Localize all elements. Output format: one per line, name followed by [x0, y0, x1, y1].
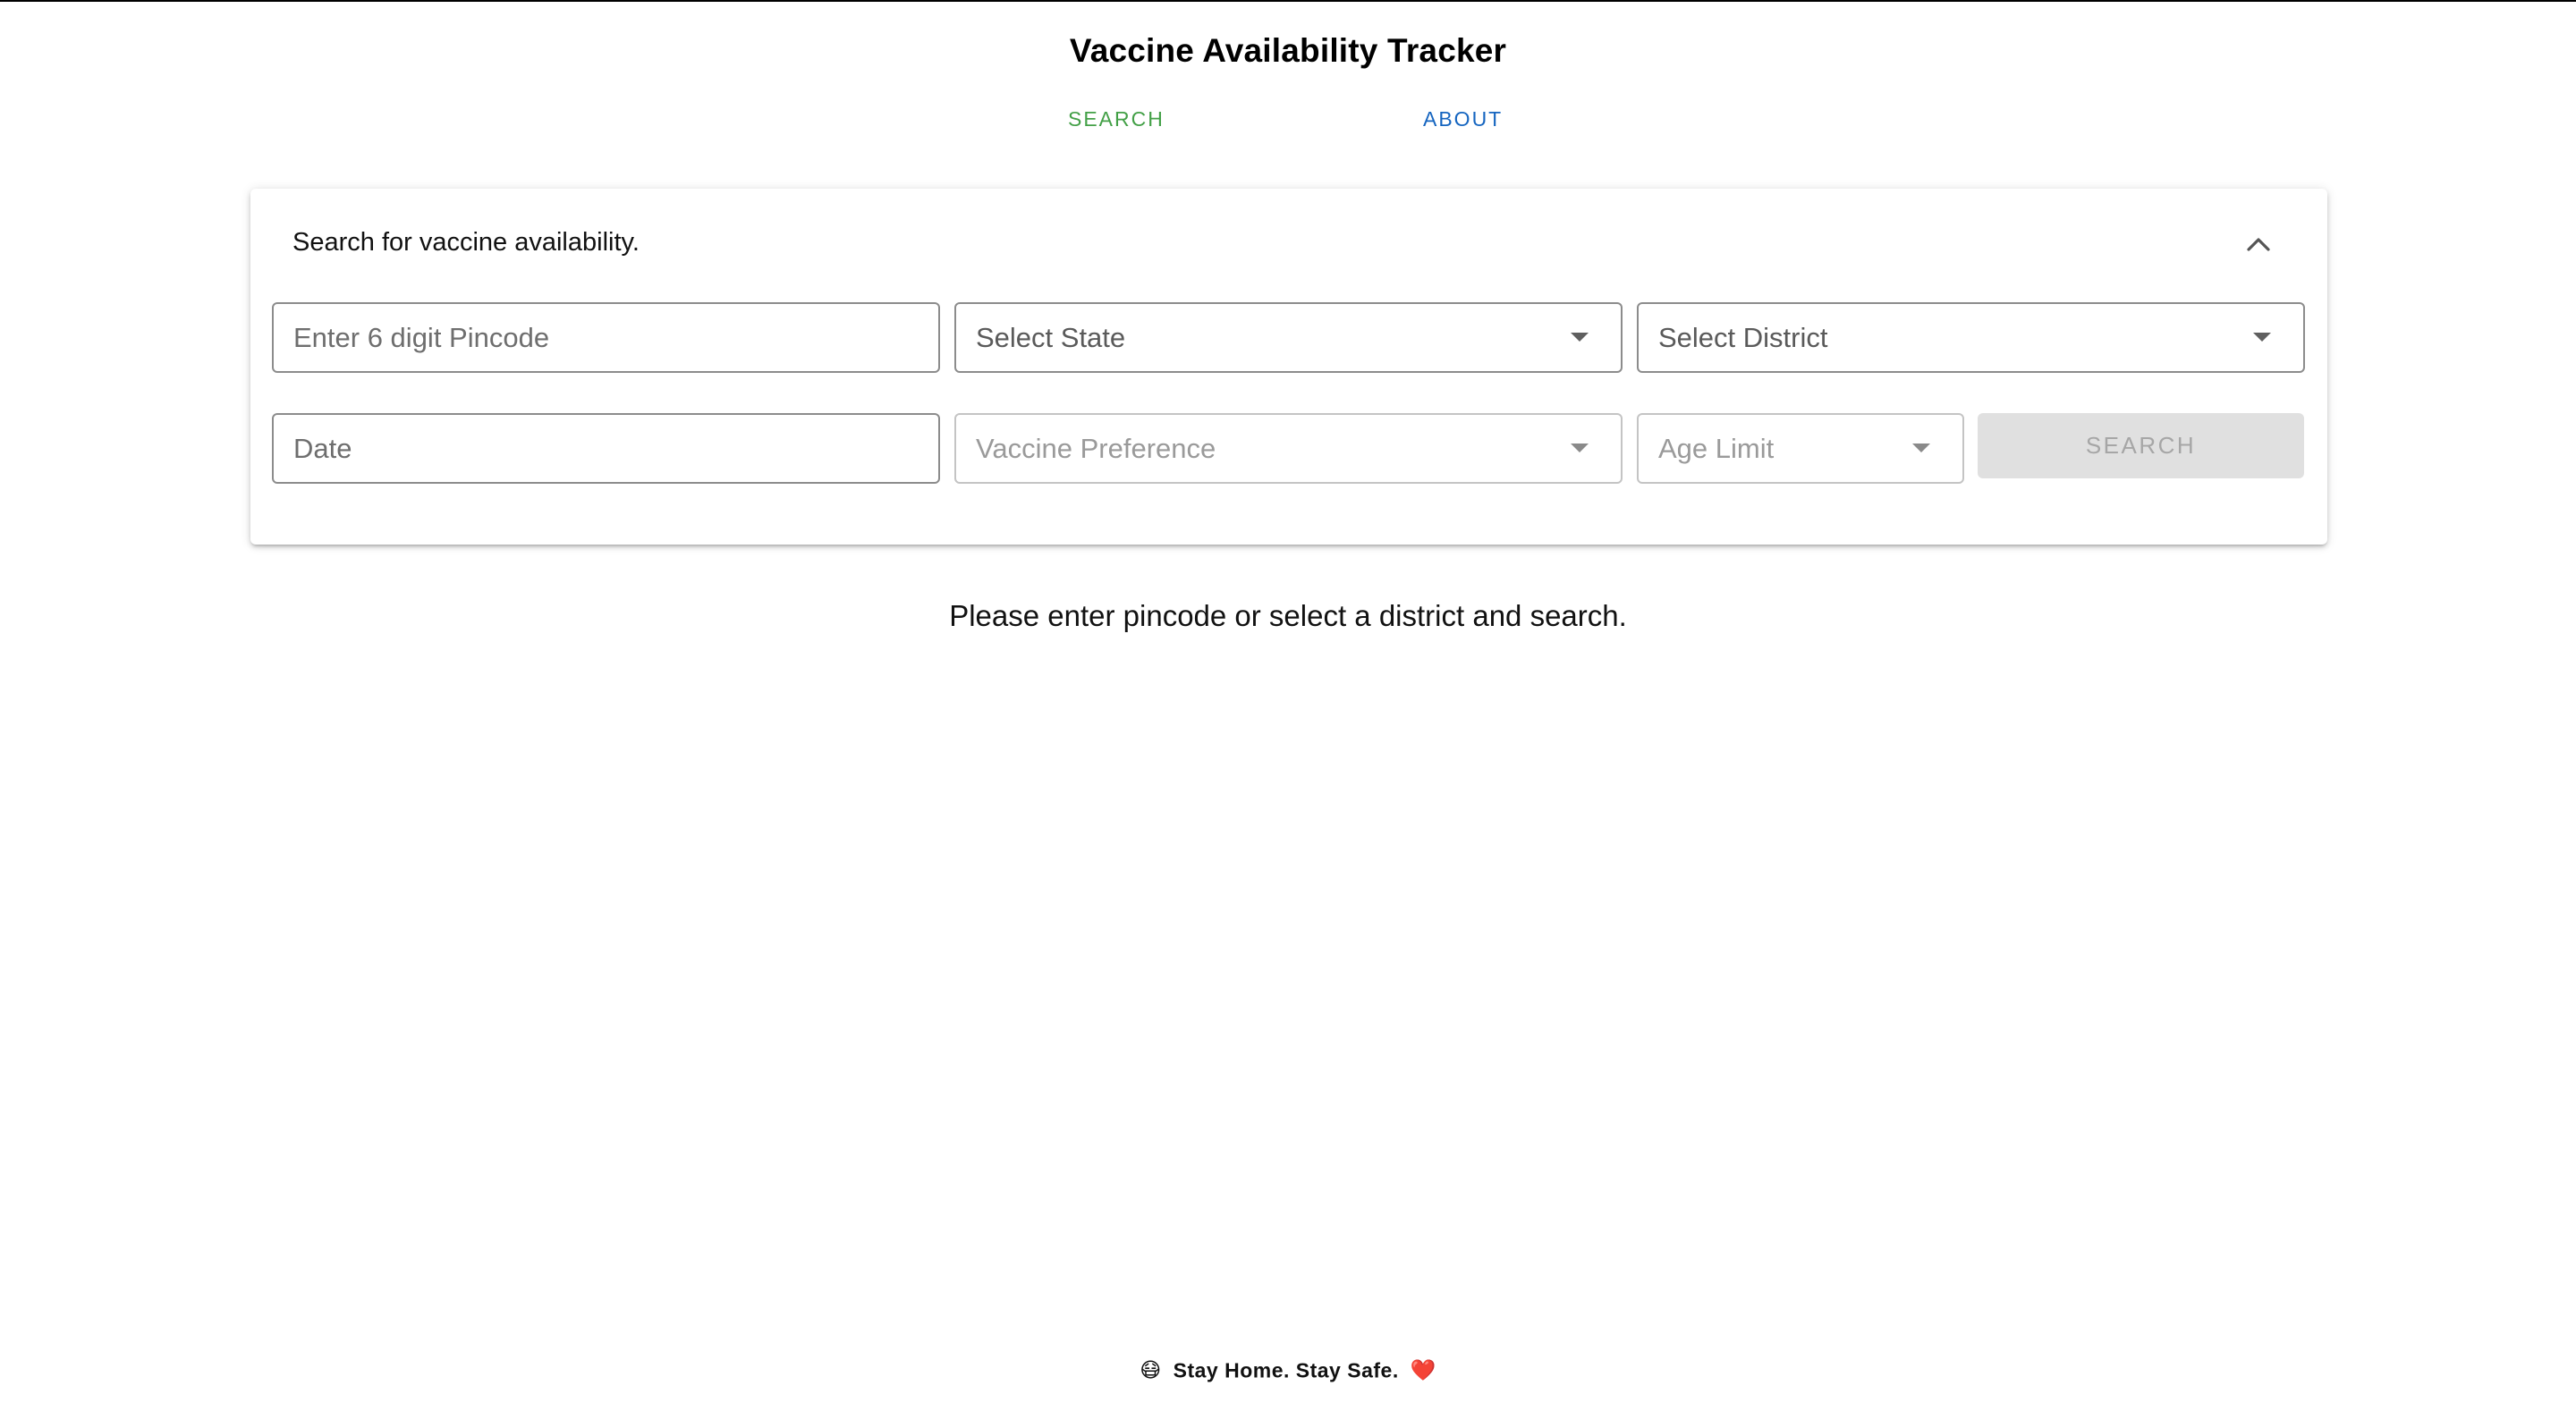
vaccine-preference-label: Vaccine Preference — [976, 433, 1216, 464]
caret-down-icon — [1571, 333, 1589, 342]
tab-about[interactable]: ABOUT — [1423, 107, 1503, 131]
date-input[interactable] — [274, 415, 938, 482]
caret-down-icon — [1571, 444, 1589, 452]
mask-face-icon: 😷 — [1140, 1358, 1162, 1382]
district-select[interactable]: Select District — [1637, 302, 2305, 373]
state-select[interactable]: Select State — [954, 302, 1623, 373]
pincode-field — [272, 302, 940, 373]
top-border — [0, 0, 2576, 2]
state-select-label: Select State — [976, 322, 1126, 353]
search-panel-summary: Search for vaccine availability. — [292, 228, 640, 257]
caret-down-icon — [1912, 444, 1930, 452]
tab-search[interactable]: SEARCH — [1068, 107, 1165, 131]
age-limit-select[interactable]: Age Limit — [1637, 413, 1964, 484]
vaccine-preference-select[interactable]: Vaccine Preference — [954, 413, 1623, 484]
pincode-input[interactable] — [274, 304, 938, 371]
search-button[interactable]: SEARCH — [1978, 413, 2304, 478]
heart-icon: ❤️ — [1410, 1358, 1436, 1382]
date-field — [272, 413, 940, 484]
app-title: Vaccine Availability Tracker — [1069, 32, 1507, 69]
empty-results-message: Please enter pincode or select a distric… — [949, 599, 1627, 632]
age-limit-label: Age Limit — [1658, 433, 1775, 464]
caret-down-icon — [2253, 333, 2271, 342]
search-panel: Search for vaccine availability. Select … — [250, 189, 2327, 545]
footer: 😷 Stay Home. Stay Safe. ❤️ — [0, 1357, 2576, 1382]
footer-text: Stay Home. Stay Safe. — [1173, 1358, 1399, 1382]
chevron-up-icon[interactable] — [2241, 226, 2276, 262]
district-select-label: Select District — [1658, 322, 1828, 353]
